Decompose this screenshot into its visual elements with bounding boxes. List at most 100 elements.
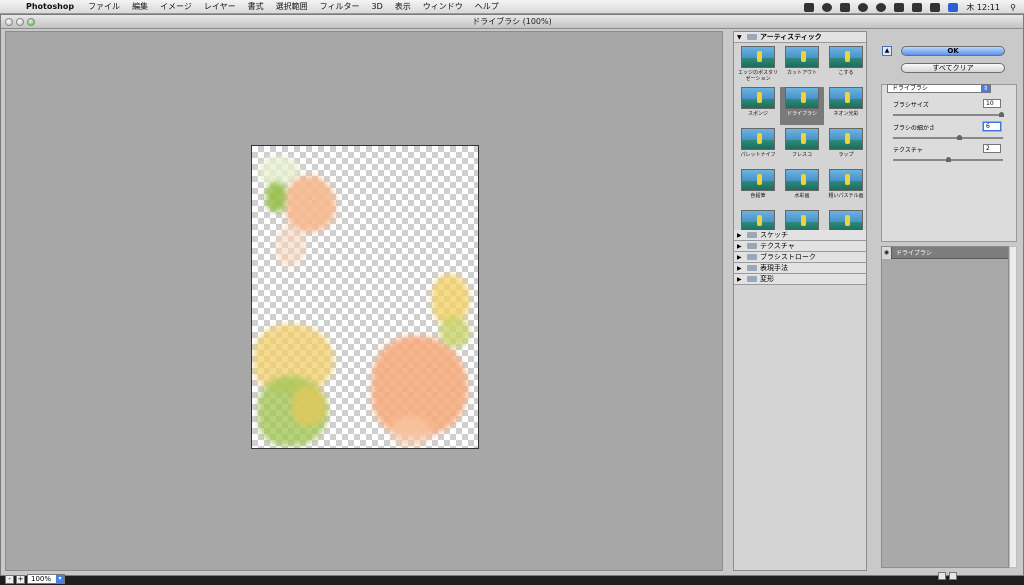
category-row[interactable]: ▶ ブラシストローク <box>734 252 866 263</box>
slider-knob[interactable] <box>946 157 951 162</box>
volume-icon[interactable] <box>912 2 923 12</box>
preview-zoom-bar: - + 100% ▾ <box>5 573 723 585</box>
filter-thumb[interactable]: エッジのポスタリゼーション <box>736 46 780 84</box>
texture-field[interactable]: 2 <box>983 144 1001 153</box>
menu-view[interactable]: 表示 <box>395 1 411 12</box>
filter-thumb[interactable]: ネオン光彩 <box>824 87 868 125</box>
folder-icon <box>747 232 757 238</box>
menu-select[interactable]: 選択範囲 <box>276 1 308 12</box>
expand-triangle-icon: ▶ <box>737 264 742 272</box>
zoom-icon[interactable] <box>27 18 35 26</box>
folder-icon <box>747 265 757 271</box>
wifi-icon[interactable] <box>876 2 887 12</box>
filter-thumb[interactable]: フレスコ <box>780 128 824 166</box>
menu-bar: Photoshop ファイル 編集 イメージ レイヤー 書式 選択範囲 フィルタ… <box>0 0 1024 14</box>
filter-thumb-label: こする <box>838 70 854 76</box>
bluetooth-icon[interactable] <box>840 2 851 12</box>
clear-all-button[interactable]: すべてクリア <box>901 63 1005 73</box>
slider-knob[interactable] <box>999 112 1004 117</box>
filter-preview-image <box>829 46 863 68</box>
filter-thumb[interactable]: こする <box>824 46 868 84</box>
expand-triangle-icon: ▶ <box>737 253 742 261</box>
menu-clock[interactable]: 木 12:11 <box>966 2 1000 13</box>
category-row[interactable]: ▶ スケッチ <box>734 230 866 241</box>
expand-triangle-icon: ▶ <box>737 242 742 250</box>
folder-icon <box>747 254 757 260</box>
filter-thumb[interactable]: 粗いパステル画 <box>824 169 868 207</box>
param-label: ブラシの細かさ <box>893 125 935 132</box>
filter-preview-image <box>785 128 819 150</box>
folder-icon <box>747 243 757 249</box>
filter-gallery-window: ドライブラシ (100%) - + 100% ▾ ▼ アーティスティック エッジ… <box>0 14 1024 584</box>
time-machine-icon[interactable] <box>858 2 869 12</box>
input-method-icon[interactable] <box>948 2 959 12</box>
filter-thumb[interactable]: 色鉛筆 <box>736 169 780 207</box>
menu-edit[interactable]: 編集 <box>132 1 148 12</box>
menu-window[interactable]: ウィンドウ <box>423 1 463 12</box>
filter-thumb[interactable]: スポンジ <box>736 87 780 125</box>
filter-thumb[interactable]: ドライブラシ <box>780 87 824 125</box>
sync-icon[interactable] <box>822 2 833 12</box>
battery-icon[interactable] <box>930 2 941 12</box>
filter-thumb[interactable]: ラップ <box>824 128 868 166</box>
texture-slider[interactable] <box>893 157 1003 162</box>
filter-preview-image <box>829 169 863 191</box>
category-label: ブラシストローク <box>760 252 816 261</box>
category-label: 変形 <box>760 274 774 283</box>
filter-preview-image <box>741 169 775 191</box>
filter-preview-image <box>741 87 775 109</box>
filter-thumb-label: ドライブラシ <box>787 111 817 117</box>
display-icon[interactable] <box>894 2 905 12</box>
filter-preview-image <box>785 210 819 232</box>
new-effect-layer-icon[interactable] <box>938 572 946 580</box>
effect-layer-row[interactable]: ◉ ドライブラシ <box>882 246 1008 259</box>
brush-size-field[interactable]: 10 <box>983 99 1001 108</box>
layers-scrollbar[interactable] <box>1009 246 1017 568</box>
slider-knob[interactable] <box>956 135 962 140</box>
spotlight-icon[interactable]: ⚲ <box>1006 3 1020 12</box>
menu-extra-icon[interactable] <box>804 2 815 12</box>
category-row[interactable]: ▶ 変形 <box>734 274 866 285</box>
filter-thumb[interactable]: 水彩画 <box>780 169 824 207</box>
filter-preview-image <box>785 46 819 68</box>
filter-thumb-label: フレスコ <box>791 152 812 158</box>
menu-filter[interactable]: フィルター <box>320 1 360 12</box>
menu-type[interactable]: 書式 <box>248 1 264 12</box>
window-title: ドライブラシ (100%) <box>1 15 1023 29</box>
filter-thumb-label: 水彩画 <box>794 193 810 199</box>
preview-area[interactable] <box>5 31 723 571</box>
expand-triangle-icon: ▶ <box>737 231 742 239</box>
preview-image[interactable] <box>251 145 479 449</box>
filter-thumbnails: エッジのポスタリゼーション カットアウト こするスポンジ ドライブラシ ネオン光彩パレッ… <box>734 43 866 248</box>
ok-button[interactable]: OK <box>901 46 1005 56</box>
filter-thumb-label: ラップ <box>838 152 854 158</box>
category-row[interactable]: ▶ 表現手法 <box>734 263 866 274</box>
minimize-icon[interactable] <box>16 18 24 26</box>
filter-preview-image <box>829 210 863 232</box>
menu-file[interactable]: ファイル <box>88 1 120 12</box>
filter-preview-image <box>741 46 775 68</box>
menu-3d[interactable]: 3D <box>372 2 383 11</box>
category-artistic[interactable]: ▼ アーティスティック <box>734 32 866 43</box>
menu-app-name[interactable]: Photoshop <box>26 2 74 11</box>
filter-thumb[interactable]: カットアウト <box>780 46 824 84</box>
menu-image[interactable]: イメージ <box>160 1 192 12</box>
category-row[interactable]: ▶ テクスチャ <box>734 241 866 252</box>
collapse-icon[interactable]: ▲ <box>882 46 892 56</box>
filter-preview-image <box>785 87 819 109</box>
delete-effect-layer-icon[interactable] <box>949 572 957 580</box>
chevron-down-icon: ▾ <box>56 575 64 583</box>
menu-help[interactable]: ヘルプ <box>475 1 499 12</box>
eye-icon[interactable]: ◉ <box>882 246 892 259</box>
menu-layer[interactable]: レイヤー <box>204 1 236 12</box>
brush-detail-slider[interactable] <box>893 135 1003 140</box>
filter-thumb[interactable]: パレットナイフ <box>736 128 780 166</box>
filter-preview-image <box>741 128 775 150</box>
category-label: アーティスティック <box>760 32 822 41</box>
filter-thumb-label: ネオン光彩 <box>833 111 859 117</box>
filter-select[interactable]: ドライブラシ ⇕ <box>887 84 991 93</box>
filter-gallery: ▼ アーティスティック エッジのポスタリゼーション カットアウト こするスポンジ ドラ… <box>733 31 867 571</box>
brush-detail-field[interactable]: 6 <box>983 122 1001 131</box>
close-icon[interactable] <box>5 18 13 26</box>
brush-size-slider[interactable] <box>893 112 1004 117</box>
